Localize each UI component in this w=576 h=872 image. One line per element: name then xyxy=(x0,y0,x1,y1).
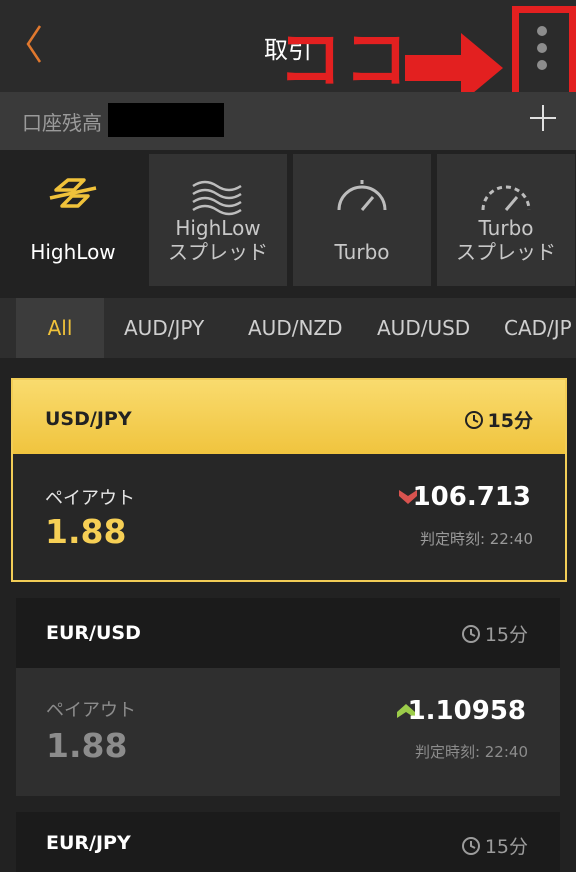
duration: 15分 xyxy=(461,832,528,859)
duration: 15分 xyxy=(461,620,528,647)
judgment-time: 判定時刻: 22:40 xyxy=(419,530,533,548)
duration-text: 15分 xyxy=(487,410,533,432)
payout-value: 1.88 xyxy=(46,726,128,765)
tab-aud-jpy[interactable]: AUD/JPY xyxy=(124,298,204,358)
trade-type-turbo-spread[interactable]: Turbo スプレッド xyxy=(437,154,575,286)
balance-label: 口座残高 xyxy=(22,111,102,135)
currency-pair: EUR/USD xyxy=(46,622,141,644)
account-balance-bar: 口座残高 xyxy=(0,92,576,150)
payout-label: ペイアウト xyxy=(46,700,136,721)
trade-type-label: HighLow xyxy=(30,240,116,264)
current-rate: 106.713 xyxy=(412,482,531,512)
tab-cad-jpy[interactable]: CAD/JP xyxy=(504,298,572,358)
trade-type-label-line1: HighLow xyxy=(175,216,261,240)
currency-pair: USD/JPY xyxy=(45,408,132,430)
current-rate: 1.10958 xyxy=(407,696,526,726)
payout-value: 1.88 xyxy=(45,512,127,551)
tab-all[interactable]: All xyxy=(16,298,104,358)
trade-type-label-line2: スプレッド xyxy=(456,240,556,264)
asset-card-eurjpy[interactable]: EUR/JPY 15分 xyxy=(16,812,560,872)
asset-card-eurusd[interactable]: EUR/USD 15分 ペイアウト 1.88 1.10958 判定時刻: 22:… xyxy=(16,598,560,796)
duration: 15分 xyxy=(464,406,533,433)
trade-type-label-line1: Turbo xyxy=(478,216,534,240)
trade-type-turbo[interactable]: Turbo xyxy=(293,154,431,286)
tab-aud-nzd[interactable]: AUD/NZD xyxy=(248,298,343,358)
trade-type-label: Turbo xyxy=(334,240,390,264)
highlow-spread-icon xyxy=(192,180,242,216)
card-header: USD/JPY 15分 xyxy=(13,380,565,454)
trade-type-highlow-spread[interactable]: HighLow スプレッド xyxy=(149,154,287,286)
trade-type-label-line2: スプレッド xyxy=(168,240,268,264)
turbo-spread-icon xyxy=(481,185,531,211)
duration-text: 15分 xyxy=(484,836,528,858)
speedometer-icon xyxy=(337,180,387,211)
currency-pair: EUR/JPY xyxy=(46,832,131,854)
app-header: 取引 ココ xyxy=(0,0,576,103)
balance-redacted xyxy=(108,103,224,137)
annotation-label: ココ xyxy=(278,24,410,98)
currency-filter-tabs: All AUD/JPY AUD/NZD AUD/USD CAD/JP xyxy=(0,298,576,358)
payout-label: ペイアウト xyxy=(45,488,135,509)
judgment-time: 判定時刻: 22:40 xyxy=(414,743,528,761)
clock-icon xyxy=(461,624,480,643)
duration-text: 15分 xyxy=(484,624,528,646)
add-funds-plus-icon[interactable] xyxy=(530,105,556,131)
annotation-highlight-box xyxy=(512,6,576,100)
asset-card-usdjpy[interactable]: USD/JPY 15分 ペイアウト 1.88 106.713 判定時刻: 22:… xyxy=(11,378,567,582)
tab-aud-usd[interactable]: AUD/USD xyxy=(377,298,470,358)
clock-icon xyxy=(461,836,480,855)
clock-icon xyxy=(464,410,483,429)
highlow-icon xyxy=(49,178,97,208)
trade-type-selector: HighLow HighLow スプレッド Turbo Turbo スプレッド xyxy=(0,150,576,290)
card-header: EUR/USD 15分 xyxy=(16,598,560,668)
trade-type-highlow[interactable]: HighLow xyxy=(4,154,142,286)
